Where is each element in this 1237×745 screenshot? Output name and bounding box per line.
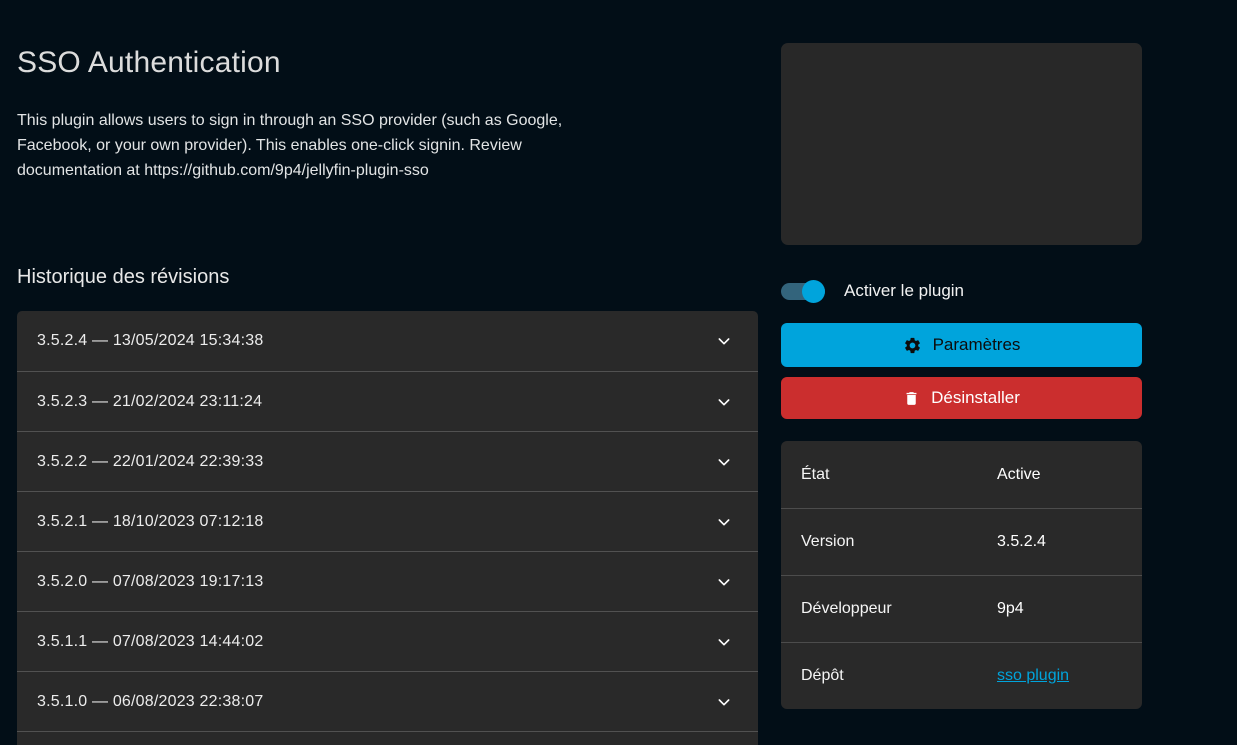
info-label: État	[801, 466, 997, 484]
info-row-repository: Dépôt sso plugin	[781, 642, 1142, 709]
revision-label: 3.5.2.0 — 07/08/2023 19:17:13	[37, 573, 263, 591]
info-label: Version	[801, 533, 997, 551]
revision-row[interactable]: 3.5.1.1 — 07/08/2023 14:44:02	[17, 611, 758, 671]
plugin-thumbnail	[781, 43, 1142, 245]
revision-row[interactable]	[17, 731, 758, 745]
version-value: 3.5.2.4	[997, 533, 1046, 551]
revision-label: 3.5.1.1 — 07/08/2023 14:44:02	[37, 633, 263, 651]
chevron-down-icon	[716, 394, 732, 410]
enable-plugin-label: Activer le plugin	[844, 281, 964, 301]
info-row-status: État Active	[781, 441, 1142, 508]
chevron-down-icon	[716, 694, 732, 710]
revisions-heading: Historique des révisions	[17, 265, 758, 290]
revision-label: 3.5.2.1 — 18/10/2023 07:12:18	[37, 513, 263, 531]
settings-button[interactable]: Paramètres	[781, 323, 1142, 367]
info-label: Dépôt	[801, 667, 997, 685]
developer-value: 9p4	[997, 600, 1024, 618]
revision-list: 3.5.2.4 — 13/05/2024 15:34:38 3.5.2.3 — …	[17, 311, 758, 745]
info-row-developer: Développeur 9p4	[781, 575, 1142, 642]
right-column: Activer le plugin Paramètres Désinstalle…	[781, 0, 1142, 745]
chevron-down-icon	[716, 454, 732, 470]
revision-row[interactable]: 3.5.1.0 — 06/08/2023 22:38:07	[17, 671, 758, 731]
revision-row[interactable]: 3.5.2.3 — 21/02/2024 23:11:24	[17, 371, 758, 431]
revision-label: 3.5.2.3 — 21/02/2024 23:11:24	[37, 393, 262, 411]
repository-link[interactable]: sso plugin	[997, 667, 1069, 685]
revision-row[interactable]: 3.5.2.2 — 22/01/2024 22:39:33	[17, 431, 758, 491]
revision-label: 3.5.1.0 — 06/08/2023 22:38:07	[37, 693, 263, 711]
settings-button-label: Paramètres	[933, 335, 1021, 355]
chevron-down-icon	[716, 333, 732, 349]
chevron-down-icon	[716, 634, 732, 650]
info-row-version: Version 3.5.2.4	[781, 508, 1142, 575]
gear-icon	[903, 336, 922, 355]
trash-icon	[903, 390, 920, 407]
revision-label: 3.5.2.4 — 13/05/2024 15:34:38	[37, 332, 263, 350]
revision-row[interactable]: 3.5.2.0 — 07/08/2023 19:17:13	[17, 551, 758, 611]
status-value: Active	[997, 466, 1041, 484]
uninstall-button[interactable]: Désinstaller	[781, 377, 1142, 419]
enable-plugin-row: Activer le plugin	[781, 279, 1142, 303]
page-title: SSO Authentication	[17, 46, 758, 80]
revision-row[interactable]: 3.5.2.4 — 13/05/2024 15:34:38	[17, 311, 758, 371]
plugin-description: This plugin allows users to sign in thro…	[17, 108, 758, 183]
plugin-detail-page: SSO Authentication This plugin allows us…	[0, 0, 1237, 745]
chevron-down-icon	[716, 574, 732, 590]
chevron-down-icon	[716, 514, 732, 530]
plugin-info-table: État Active Version 3.5.2.4 Développeur …	[781, 441, 1142, 709]
toggle-knob-icon	[802, 280, 825, 303]
enable-plugin-toggle[interactable]	[781, 283, 825, 300]
left-column: SSO Authentication This plugin allows us…	[17, 0, 758, 745]
uninstall-button-label: Désinstaller	[931, 388, 1020, 408]
info-label: Développeur	[801, 600, 997, 618]
revision-row[interactable]: 3.5.2.1 — 18/10/2023 07:12:18	[17, 491, 758, 551]
revision-label: 3.5.2.2 — 22/01/2024 22:39:33	[37, 453, 263, 471]
